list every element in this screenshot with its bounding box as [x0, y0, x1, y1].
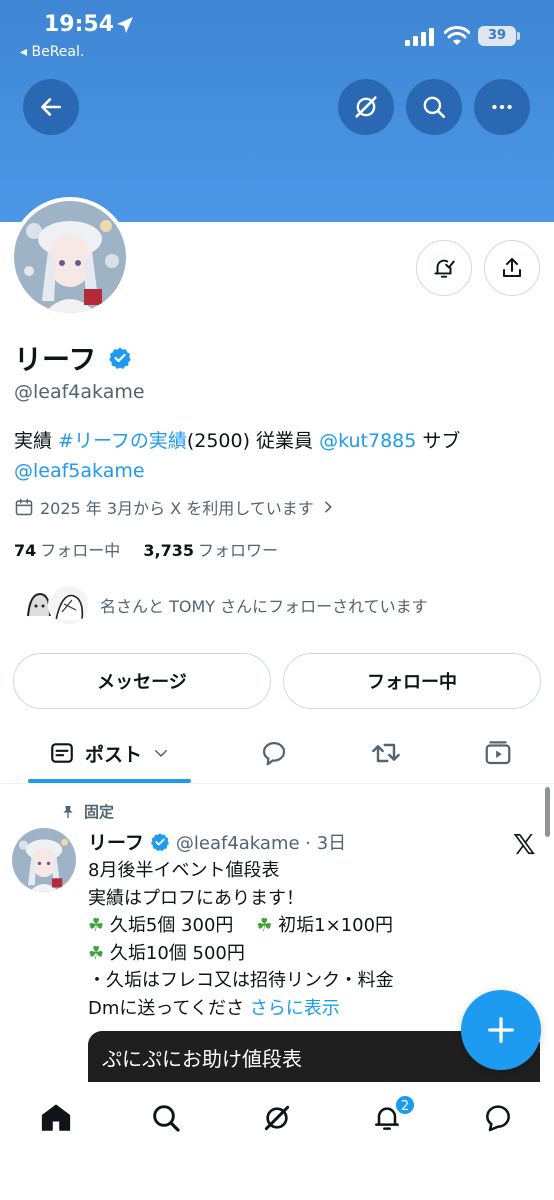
post-line: 8月後半イベント値段表 [88, 860, 280, 881]
posts-icon [51, 743, 73, 763]
joined-date-row[interactable]: 2025 年 3月から X を利用しています [14, 495, 336, 519]
bell-check-icon [434, 259, 455, 278]
search-button[interactable] [406, 79, 462, 135]
clover-icon: ☘ [88, 942, 105, 964]
repost-icon [372, 743, 400, 763]
verified-badge-icon[interactable] [108, 346, 132, 370]
tab-replies[interactable] [254, 725, 294, 781]
nav-grok[interactable] [257, 1098, 297, 1138]
grok-icon [264, 1105, 290, 1131]
post-text: 8月後半イベント値段表 実績はプロフにあります！ ☘ 久垢5個 300円 ☘ 初… [88, 857, 538, 1022]
profile-tabs: ポスト [0, 725, 554, 783]
bottom-nav-bar: 2 [0, 1082, 554, 1200]
bio-text: サブ [416, 430, 461, 452]
followed-by-row[interactable]: 名さんと TOMY さんにフォローされています [18, 584, 428, 626]
more-options-button[interactable] [474, 79, 530, 135]
post-author-name[interactable]: リーフ [88, 828, 144, 855]
status-time: 19:54 [44, 12, 115, 37]
post-header: リーフ @leaf4akame · 3日 [88, 828, 346, 855]
profile-avatar[interactable] [10, 197, 130, 317]
joined-date-text: 2025 年 3月から X を利用しています [40, 499, 314, 518]
back-to-app-link[interactable]: ◂ BeReal. [20, 44, 84, 60]
bio-text: 実績 [14, 430, 59, 452]
video-media-icon [485, 741, 511, 765]
followers-link[interactable]: 3,735 フォロワー [143, 541, 278, 560]
battery-indicator: 39 [478, 26, 520, 46]
verified-badge-icon [150, 832, 169, 851]
profile-name: リーフ [14, 343, 97, 376]
tab-reposts[interactable] [366, 725, 406, 781]
arrow-left-icon [41, 98, 61, 116]
pinned-label-row: 固定 [60, 801, 114, 822]
scrollbar[interactable] [545, 787, 550, 837]
clover-icon: ☘ [256, 915, 273, 936]
follower-avatar [48, 584, 90, 626]
clover-icon: ☘ [88, 915, 105, 936]
post-card-text: ぷにぷにお助け値段表 [102, 1047, 302, 1071]
share-icon [503, 258, 521, 277]
following-label: フォロー中 [40, 541, 121, 560]
post-line-text: 久垢10個 500円 [109, 942, 245, 964]
nav-messages[interactable] [478, 1098, 518, 1138]
tab-posts-label: ポスト [84, 743, 142, 766]
grok-icon [355, 96, 377, 118]
tab-posts[interactable]: ポスト [28, 725, 191, 781]
location-arrow-icon [117, 17, 133, 33]
post-line-text: 久垢5個 300円 [109, 915, 234, 936]
followers-count: 3,735 [143, 541, 194, 560]
followers-label: フォロワー [197, 541, 278, 560]
calendar-icon [15, 498, 33, 516]
reply-bubble-icon [262, 741, 286, 766]
bio-text: (2500) 従業員 [186, 430, 320, 452]
following-link[interactable]: 74 フォロー中 [14, 541, 120, 560]
show-more-link[interactable]: さらに表示 [250, 998, 340, 1019]
profile-bio: 実績 #リーフの実績(2500) 従業員 @kut7885 サブ @leaf5a… [14, 426, 534, 486]
nav-search[interactable] [146, 1098, 186, 1138]
pin-icon [63, 805, 73, 818]
following-count: 74 [14, 541, 37, 560]
nav-home[interactable] [36, 1098, 76, 1138]
pinned-label: 固定 [84, 803, 115, 821]
plus-icon [488, 1017, 514, 1043]
search-icon [423, 96, 446, 119]
following-button[interactable]: フォロー中 [283, 653, 541, 709]
post-line-text: Dmに送ってくださ [88, 997, 244, 1019]
message-bubble-icon [486, 1105, 510, 1132]
compose-post-button[interactable] [461, 990, 541, 1070]
tabs-divider [0, 783, 554, 784]
post-line: 実績はプロフにあります！ [88, 887, 304, 909]
followed-by-text: 名さんと TOMY さんにフォローされています [100, 597, 428, 616]
more-horizontal-icon [492, 104, 512, 110]
post-author-avatar[interactable] [12, 828, 76, 892]
bio-hashtag-link[interactable]: #リーフの実績 [58, 430, 187, 452]
post-line-text: 初垢1×100円 [278, 915, 394, 936]
post-line: ☘ 久垢5個 300円 ☘ 初垢1×100円 [88, 912, 538, 940]
share-button[interactable] [484, 240, 540, 296]
post-line: ☘ 久垢10個 500円 [88, 940, 538, 968]
chevron-down-icon [155, 750, 167, 758]
follow-counts: 74 フォロー中 3,735 フォロワー [14, 537, 278, 561]
chevron-right-icon [324, 501, 332, 513]
cellular-signal-icon [405, 28, 434, 46]
back-button[interactable] [23, 79, 79, 135]
notifications-badge: 2 [394, 1094, 416, 1116]
status-bar: 19:54 ◂ BeReal. 39 [0, 0, 554, 70]
bio-mention-link[interactable]: @leaf5akame [14, 460, 145, 482]
post-line: ・久垢はフレコ又は招待リンク・料金 [88, 970, 394, 991]
tab-media[interactable] [478, 725, 518, 781]
grok-button[interactable] [338, 79, 394, 135]
bio-mention-link[interactable]: @kut7885 [319, 430, 416, 452]
message-button[interactable]: メッセージ [13, 653, 271, 709]
search-icon [153, 1105, 180, 1132]
notifications-subscribe-button[interactable] [416, 240, 472, 296]
profile-handle: @leaf4akame [14, 381, 145, 403]
wifi-icon [444, 26, 470, 45]
post-meta: @leaf4akame · 3日 [175, 832, 347, 854]
home-icon [41, 1104, 71, 1131]
